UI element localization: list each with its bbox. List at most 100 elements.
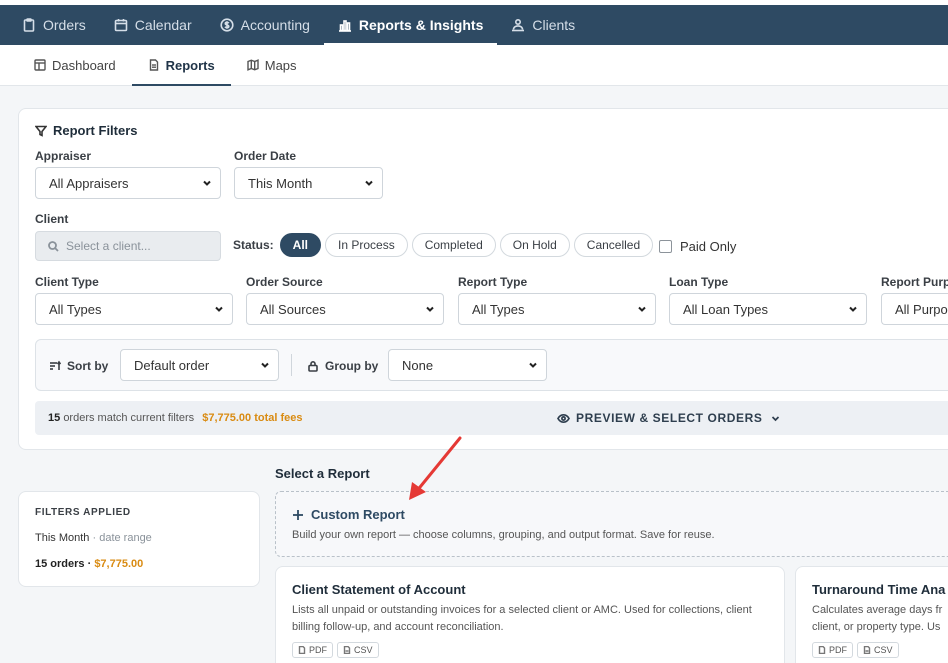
sort-group-bar: Sort by Default order Group by None: [35, 339, 948, 391]
report-filters-title: Report Filters: [35, 123, 138, 138]
report-card-client-statement[interactable]: Client Statement of Account Lists all un…: [275, 566, 785, 663]
format-tag-csv: CSV: [857, 642, 899, 658]
status-completed[interactable]: Completed: [411, 233, 496, 257]
map-icon: [247, 59, 259, 71]
custom-report-card[interactable]: Custom Report Build your own report — ch…: [275, 491, 948, 557]
custom-report-desc: Build your own report — choose columns, …: [292, 529, 715, 541]
spreadsheet-icon: [343, 646, 351, 654]
status-all[interactable]: All: [279, 233, 322, 257]
document-icon: [149, 59, 158, 71]
clipboard-icon: [23, 18, 35, 32]
plus-icon: [293, 509, 303, 520]
report-card-desc: Lists all unpaid or outstanding invoices…: [292, 604, 752, 633]
order-source-select[interactable]: All Sources: [246, 293, 444, 325]
status-filter: Status: All In Process Completed On Hold…: [233, 233, 654, 257]
divider: [291, 354, 292, 376]
paid-only-checkbox[interactable]: [659, 240, 672, 253]
format-tag-pdf: PDF: [292, 642, 333, 658]
match-count: 15: [48, 412, 61, 424]
group-by-select[interactable]: None: [388, 349, 547, 381]
nav-clients[interactable]: Clients: [497, 5, 589, 45]
report-format-tags: PDF CSV: [812, 642, 899, 658]
report-card-turnaround[interactable]: Turnaround Time Ana Calculates average d…: [795, 566, 948, 663]
chevron-down-icon: [365, 180, 373, 186]
loan-type-select[interactable]: All Loan Types: [669, 293, 867, 325]
tab-reports-label: Reports: [165, 57, 215, 73]
nav-reports-insights[interactable]: Reports & Insights: [323, 5, 498, 45]
filters-applied-heading: FILTERS APPLIED: [35, 507, 131, 518]
calendar-icon: [114, 19, 128, 32]
appraiser-label: Appraiser: [35, 149, 92, 163]
filters-applied-date: This Month · date range: [35, 532, 152, 544]
client-search-input[interactable]: Select a client...: [35, 231, 221, 261]
sort-by-select[interactable]: Default order: [120, 349, 279, 381]
sort-icon: [50, 360, 61, 370]
spreadsheet-icon: [863, 646, 871, 654]
report-type-label: Report Type: [458, 275, 528, 289]
chevron-down-icon: [426, 306, 434, 312]
status-in-process[interactable]: In Process: [325, 233, 408, 257]
report-purpose-label: Report Purpo: [881, 275, 948, 289]
group-by-label: Group by: [307, 359, 378, 373]
bar-chart-icon: [338, 20, 351, 32]
report-card-title: Client Statement of Account: [292, 582, 466, 597]
nav-orders-label: Orders: [43, 17, 86, 33]
paid-only-label: Paid Only: [680, 239, 737, 254]
annotation-arrow-icon: [409, 436, 462, 500]
search-icon: [48, 240, 59, 252]
appraiser-select[interactable]: All Appraisers: [35, 167, 221, 199]
nav-accounting[interactable]: Accounting: [206, 5, 324, 45]
report-card-desc: Calculates average days fr client, or pr…: [812, 604, 943, 633]
status-on-hold[interactable]: On Hold: [499, 233, 570, 257]
file-icon: [818, 646, 826, 654]
format-tag-pdf: PDF: [812, 642, 853, 658]
format-tag-csv: CSV: [337, 642, 379, 658]
client-type-label: Client Type: [35, 275, 99, 289]
chevron-down-icon: [771, 415, 779, 421]
sub-nav: Dashboard Reports Maps: [0, 45, 948, 86]
chevron-down-icon: [261, 362, 269, 368]
order-source-label: Order Source: [246, 275, 323, 289]
filters-applied-card: FILTERS APPLIED This Month · date range …: [18, 491, 260, 587]
preview-select-orders-button[interactable]: PREVIEW & SELECT ORDERS: [557, 411, 782, 425]
status-label: Status:: [233, 238, 274, 252]
tab-dashboard-label: Dashboard: [52, 57, 116, 73]
dashboard-icon: [34, 59, 46, 71]
tab-maps-label: Maps: [264, 57, 297, 73]
order-date-select[interactable]: This Month: [234, 167, 383, 199]
tab-maps[interactable]: Maps: [231, 45, 313, 85]
report-type-select[interactable]: All Types: [458, 293, 656, 325]
filters-applied-orders: 15 orders · $7,775.00: [35, 558, 144, 570]
chevron-down-icon: [529, 362, 537, 368]
client-type-select[interactable]: All Types: [35, 293, 233, 325]
nav-orders[interactable]: Orders: [0, 5, 100, 45]
report-purpose-select[interactable]: All Purpos: [881, 293, 948, 325]
tab-dashboard[interactable]: Dashboard: [18, 45, 132, 85]
status-cancelled[interactable]: Cancelled: [573, 233, 654, 257]
report-format-tags: PDF CSV: [292, 642, 379, 658]
dollar-icon: [220, 18, 234, 32]
match-text: orders match current filters: [63, 412, 195, 424]
order-date-label: Order Date: [234, 149, 297, 163]
chevron-down-icon: [203, 180, 211, 186]
lock-icon: [308, 361, 318, 372]
tab-reports[interactable]: Reports: [131, 45, 231, 86]
match-summary-bar: 15 orders match current filters $7,775.0…: [35, 401, 948, 435]
nav-accounting-label: Accounting: [240, 17, 310, 33]
eye-icon: [557, 413, 570, 423]
chevron-down-icon: [638, 306, 646, 312]
users-icon: [512, 18, 525, 32]
match-fees: $7,775.00 total fees: [202, 412, 303, 424]
nav-calendar-label: Calendar: [134, 17, 192, 33]
main-nav: Orders Calendar Accounting Reports & Ins…: [0, 5, 948, 45]
nav-calendar[interactable]: Calendar: [100, 5, 206, 45]
select-report-heading: Select a Report: [275, 466, 370, 481]
chevron-down-icon: [215, 306, 223, 312]
chevron-down-icon: [849, 306, 857, 312]
client-label: Client: [35, 212, 69, 226]
paid-only-toggle[interactable]: Paid Only: [659, 239, 736, 254]
report-filters-card: Report Filters Appraiser All Appraisers …: [18, 108, 948, 450]
custom-report-title: Custom Report: [292, 507, 405, 522]
sort-by-label: Sort by: [49, 359, 108, 373]
report-card-title: Turnaround Time Ana: [812, 582, 946, 597]
